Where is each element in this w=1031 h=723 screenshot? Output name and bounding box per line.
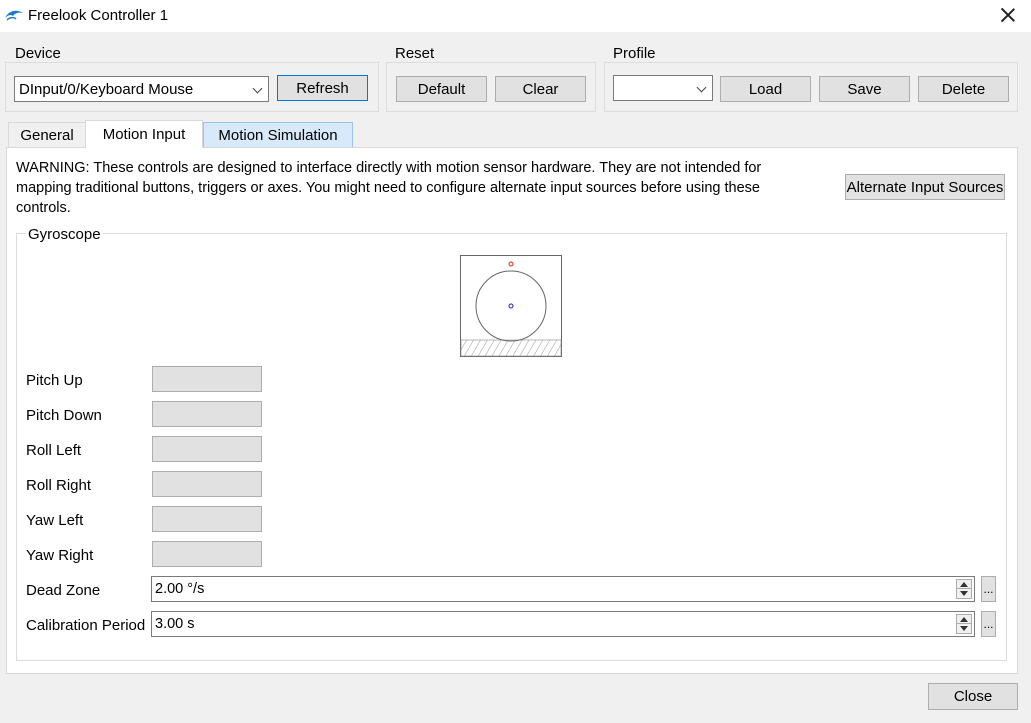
delete-button[interactable]: Delete xyxy=(918,76,1009,102)
close-button[interactable]: Close xyxy=(928,683,1018,710)
dolphin-icon xyxy=(5,10,23,21)
pitch-down-input[interactable] xyxy=(152,401,262,427)
pitch-up-input[interactable] xyxy=(152,366,262,392)
tab-motion-input[interactable]: Motion Input xyxy=(85,120,203,148)
tab-motion-simulation[interactable]: Motion Simulation xyxy=(203,122,353,148)
default-button[interactable]: Default xyxy=(396,76,487,102)
yaw-left-input[interactable] xyxy=(152,506,262,532)
title-bar: Freelook Controller 1 xyxy=(0,0,1031,32)
gyroscope-group-label: Gyroscope xyxy=(26,226,103,243)
save-button[interactable]: Save xyxy=(819,76,910,102)
load-button[interactable]: Load xyxy=(720,76,811,102)
roll-left-label: Roll Left xyxy=(26,442,82,459)
warning-text: WARNING: These controls are designed to … xyxy=(16,160,762,216)
spin-down-icon[interactable] xyxy=(957,624,971,633)
refresh-button[interactable]: Refresh xyxy=(277,75,368,101)
pitch-down-label: Pitch Down xyxy=(26,407,102,424)
dead-zone-spinbox[interactable]: 2.00 °/s xyxy=(151,576,975,602)
gyro-visualizer xyxy=(460,255,562,357)
reset-group-label: Reset xyxy=(392,45,438,62)
calibration-period-ellipsis-button[interactable]: ... xyxy=(981,611,996,637)
spin-down-icon[interactable] xyxy=(957,589,971,598)
roll-right-input[interactable] xyxy=(152,471,262,497)
chevron-down-icon xyxy=(252,83,263,94)
yaw-right-label: Yaw Right xyxy=(26,547,94,564)
dead-zone-label: Dead Zone xyxy=(26,582,101,599)
chevron-down-icon xyxy=(696,82,707,93)
profile-select[interactable] xyxy=(613,75,713,101)
device-group-label: Device xyxy=(12,45,64,62)
device-select[interactable]: DInput/0/Keyboard Mouse xyxy=(14,76,269,102)
visualizer-hatch xyxy=(460,339,562,357)
spin-up-icon[interactable] xyxy=(957,615,971,624)
dead-zone-spinner xyxy=(956,579,972,599)
roll-right-label: Roll Right xyxy=(26,477,92,494)
calibration-period-spinbox[interactable]: 3.00 s xyxy=(151,611,975,637)
window-title: Freelook Controller 1 xyxy=(28,7,169,24)
yaw-right-input[interactable] xyxy=(152,541,262,567)
device-select-value: DInput/0/Keyboard Mouse xyxy=(19,80,194,98)
clear-button[interactable]: Clear xyxy=(495,76,586,102)
tab-general[interactable]: General xyxy=(8,122,86,148)
alternate-input-sources-button[interactable]: Alternate Input Sources xyxy=(845,174,1005,200)
dead-zone-ellipsis-button[interactable]: ... xyxy=(981,576,996,602)
calibration-period-label: Calibration Period xyxy=(26,617,146,634)
spin-up-icon[interactable] xyxy=(957,580,971,589)
calibration-spinner xyxy=(956,614,972,634)
yaw-left-label: Yaw Left xyxy=(26,512,84,529)
calibration-period-value: 3.00 s xyxy=(155,616,195,632)
window-close-icon[interactable] xyxy=(997,4,1019,26)
roll-left-input[interactable] xyxy=(152,436,262,462)
profile-group-label: Profile xyxy=(610,45,659,62)
dead-zone-value: 2.00 °/s xyxy=(155,581,205,597)
pitch-up-label: Pitch Up xyxy=(26,372,83,389)
